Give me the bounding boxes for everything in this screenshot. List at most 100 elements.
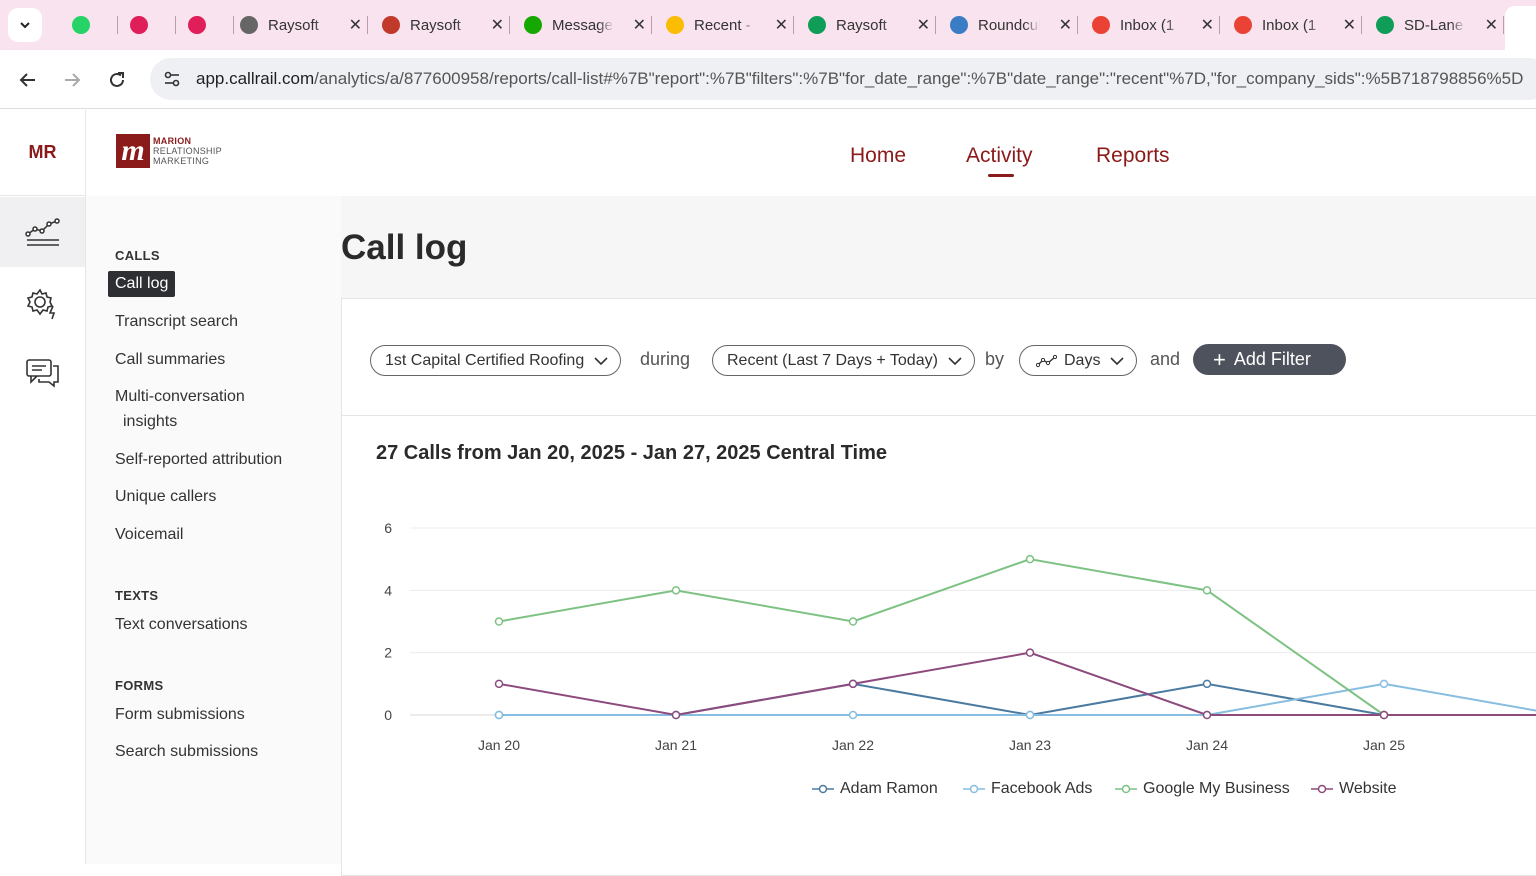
sidebar-item-call-summaries[interactable]: Call summaries xyxy=(115,351,225,369)
chat-bubbles-icon xyxy=(25,359,59,388)
filter-bar: 1st Capital Certified Roofing during Rec… xyxy=(341,298,1536,416)
series-line xyxy=(498,558,1536,716)
x-tick-label: Jan 25 xyxy=(1363,737,1405,753)
company-select[interactable]: 1st Capital Certified Roofing xyxy=(370,345,622,376)
interval-select[interactable]: Days xyxy=(1019,345,1138,376)
x-tick-label: Jan 21 xyxy=(655,737,697,753)
browser-tab-title: Raysoft xyxy=(410,16,461,34)
nav-reports-link[interactable]: Reports xyxy=(1096,144,1170,168)
close-tab-icon[interactable]: ✕ xyxy=(633,15,646,35)
tab-separator xyxy=(935,16,936,34)
back-button[interactable] xyxy=(14,66,42,94)
browser-tab[interactable] xyxy=(178,6,228,44)
close-tab-icon[interactable]: ✕ xyxy=(775,15,788,35)
data-point xyxy=(1025,554,1035,564)
active-tab[interactable] xyxy=(1505,6,1536,50)
legend-label: Website xyxy=(1339,780,1397,797)
sidebar-item-search-submissions[interactable]: Search submissions xyxy=(115,743,258,761)
chevron-down-icon xyxy=(1110,356,1125,365)
tab-separator xyxy=(117,16,118,34)
sidebar-item-call-log[interactable]: Call log xyxy=(108,271,176,297)
google-sheets-icon xyxy=(808,16,826,34)
date-range-select[interactable]: Recent (Last 7 Days + Today) xyxy=(712,345,975,376)
browser-tab-title: SD-Lane xyxy=(1404,16,1464,34)
arrow-left-icon xyxy=(19,73,35,87)
main-content: Call log 1st Capital Certified Roofing d… xyxy=(341,196,1536,876)
address-bar-row: app.callrail.com/analytics/a/877600958/r… xyxy=(0,50,1536,109)
data-point xyxy=(671,710,681,720)
browser-tab[interactable]: Recent - ✕ xyxy=(656,6,788,44)
data-point xyxy=(1379,679,1389,689)
y-tick-label: 6 xyxy=(384,520,392,536)
legend-item[interactable]: Adam Ramon xyxy=(812,780,938,798)
browser-tab[interactable]: Messages ✕ xyxy=(514,6,646,44)
forward-button[interactable] xyxy=(58,66,86,94)
sidebar-item-form-submissions[interactable]: Form submissions xyxy=(115,706,245,724)
browser-tab[interactable]: Raysoft ✕ xyxy=(798,6,930,44)
legend-swatch-icon xyxy=(1115,784,1137,794)
legend-item[interactable]: Google My Business xyxy=(1115,780,1290,798)
data-point xyxy=(1202,710,1212,720)
sidebar-item-transcript-search[interactable]: Transcript search xyxy=(115,313,238,331)
data-point xyxy=(1202,586,1212,595)
y-tick-label: 4 xyxy=(384,582,392,598)
data-point xyxy=(1379,710,1389,720)
interval-value: Days xyxy=(1064,351,1101,369)
sidebar-item-text-conversations[interactable]: Text conversations xyxy=(115,616,248,634)
browser-tab[interactable]: Raysoft ✕ xyxy=(372,6,504,44)
chevron-down-icon xyxy=(20,22,30,29)
sidebar-item-unique-callers[interactable]: Unique callers xyxy=(115,488,216,506)
data-point xyxy=(494,617,504,626)
data-point xyxy=(1025,710,1035,720)
close-tab-icon[interactable]: ✕ xyxy=(917,15,930,35)
browser-tab-title: Raysoft xyxy=(268,16,319,34)
google-drive-icon xyxy=(666,16,684,34)
analytics-nav-button[interactable] xyxy=(0,197,85,267)
logo-text: MARION RELATIONSHIP MARKETING xyxy=(153,136,222,166)
nav-activity-link[interactable]: Activity xyxy=(966,144,1033,168)
tab-separator xyxy=(1503,16,1504,34)
conversations-nav-button[interactable] xyxy=(0,338,85,408)
sidebar-item-multi-conversation[interactable]: Multi-conversation xyxy=(115,388,245,406)
browser-tab-title: Raysoft xyxy=(836,16,887,34)
reload-button[interactable] xyxy=(103,66,131,94)
active-nav-indicator xyxy=(988,174,1014,177)
browser-tab[interactable]: Raysoft ✕ xyxy=(230,6,362,44)
sidebar-item-multi-conversation-cont[interactable]: insights xyxy=(123,413,177,431)
url-text: app.callrail.com/analytics/a/877600958/r… xyxy=(196,69,1523,89)
add-filter-button[interactable]: + Add Filter xyxy=(1193,344,1346,375)
calls-chart-panel: 27 Calls from Jan 20, 2025 - Jan 27, 202… xyxy=(341,416,1536,876)
close-tab-icon[interactable]: ✕ xyxy=(1059,15,1072,35)
calls-heading: CALLS xyxy=(115,248,160,263)
nav-home-link[interactable]: Home xyxy=(850,144,906,168)
close-tab-icon[interactable]: ✕ xyxy=(491,15,504,35)
account-initials[interactable]: MR xyxy=(0,110,85,196)
legend-item[interactable]: Facebook Ads xyxy=(963,780,1092,798)
sidebar-item-self-reported-attribution[interactable]: Self-reported attribution xyxy=(115,451,282,469)
browser-tab[interactable] xyxy=(62,6,112,44)
icon-rail: MR xyxy=(0,110,86,864)
browser-tab[interactable]: SD-Lane ✕ xyxy=(1366,6,1498,44)
sidebar-item-voicemail[interactable]: Voicemail xyxy=(115,526,183,544)
legend-swatch-icon xyxy=(963,784,985,794)
close-tab-icon[interactable]: ✕ xyxy=(1201,15,1214,35)
close-tab-icon[interactable]: ✕ xyxy=(349,15,362,35)
omnibox[interactable]: app.callrail.com/analytics/a/877600958/r… xyxy=(150,58,1536,100)
company-logo[interactable]: m MARION RELATIONSHIP MARKETING xyxy=(116,134,222,168)
browser-tab-title: Inbox (1 xyxy=(1120,16,1175,34)
close-tab-icon[interactable]: ✕ xyxy=(1485,15,1498,35)
by-label: by xyxy=(985,349,1005,369)
close-tab-icon[interactable]: ✕ xyxy=(1343,15,1356,35)
legend-item[interactable]: Website xyxy=(1311,780,1397,798)
site-settings-icon[interactable] xyxy=(162,69,182,89)
browser-tab[interactable] xyxy=(120,6,170,44)
legend-swatch-icon xyxy=(1311,784,1333,794)
data-point xyxy=(671,586,681,595)
browser-tab[interactable]: Inbox (1 ✕ xyxy=(1082,6,1214,44)
browser-tab[interactable]: Roundcube ✕ xyxy=(940,6,1072,44)
tab-separator xyxy=(509,16,510,34)
gmail-icon xyxy=(1092,16,1110,34)
browser-tab[interactable]: Inbox (1 ✕ xyxy=(1224,6,1356,44)
tab-search-button[interactable] xyxy=(8,8,42,42)
settings-nav-button[interactable] xyxy=(0,268,85,338)
